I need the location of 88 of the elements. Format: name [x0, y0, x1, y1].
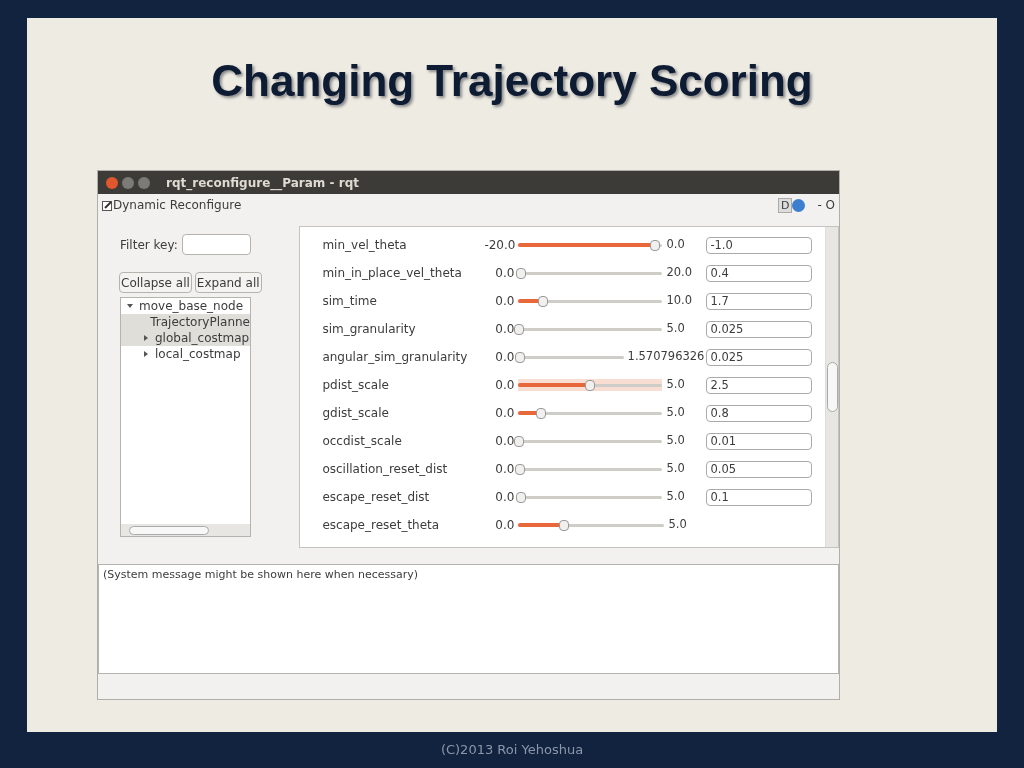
system-message: (System message might be shown here when necessary): [103, 568, 418, 581]
slider-min: 0.0: [494, 265, 515, 282]
slider-thumb[interactable]: [650, 239, 661, 251]
param-name: sim_time: [322, 293, 378, 310]
slider-max: 5.0: [668, 516, 688, 534]
minimize-icon[interactable]: [122, 176, 134, 189]
slider-max: 0.0: [666, 236, 686, 254]
window-title: rqt_reconfigure__Param - rqt: [166, 174, 359, 192]
filter-label: Filter key:: [120, 236, 178, 254]
param-name: gdist_scale: [322, 405, 390, 422]
value-field[interactable]: 0.01: [706, 432, 813, 450]
slide-footer: (C)2013 Roi Yehoshua: [440, 740, 584, 760]
slider-max: 5.0: [666, 376, 686, 394]
expanded-arrow-icon[interactable]: [127, 303, 133, 309]
tree-item[interactable]: move_base_node: [121, 298, 250, 314]
filter-input[interactable]: [181, 234, 251, 255]
value-field[interactable]: 0.1: [706, 488, 813, 506]
close-icon[interactable]: [106, 176, 118, 189]
slider-max: 20.0: [666, 264, 693, 282]
d-button[interactable]: D: [777, 197, 793, 213]
slider-min: 0.0: [494, 405, 515, 422]
tree-item[interactable]: TrajectoryPlanne: [121, 314, 250, 330]
slider-min: 0.0: [494, 461, 515, 478]
tree-item[interactable]: global_costmap: [121, 330, 250, 346]
slider[interactable]: [518, 351, 624, 363]
slider-min: 0.0: [494, 433, 515, 450]
slider-min: 0.0: [494, 489, 515, 506]
param-name: min_vel_theta: [322, 237, 408, 254]
slider-max: 10.0: [666, 292, 693, 310]
slider-min: 0.0: [494, 293, 515, 310]
slider-min: 0.0: [494, 321, 515, 338]
slider-thumb[interactable]: [514, 323, 525, 335]
slider-max: 5.0: [666, 460, 686, 478]
slider-min: 0.0: [494, 517, 515, 534]
slider[interactable]: [518, 407, 663, 419]
slider-min: 0.0: [494, 349, 515, 366]
slider-max: 5.0: [666, 432, 686, 450]
edit-icon: [102, 199, 113, 211]
vertical-scrollbar[interactable]: [825, 227, 838, 547]
value-field[interactable]: 0.05: [706, 460, 813, 478]
horizontal-scrollbar[interactable]: [121, 524, 250, 536]
collapsed-arrow-icon[interactable]: [143, 351, 149, 357]
param-name: oscillation_reset_dist: [322, 461, 449, 478]
value-field[interactable]: 2.5: [706, 376, 813, 394]
slider-min: -20.0: [484, 237, 515, 254]
slider-min: 0.0: [494, 377, 515, 394]
slider-thumb[interactable]: [515, 351, 526, 363]
maximize-icon[interactable]: [138, 176, 150, 189]
param-name: min_in_place_vel_theta: [322, 265, 463, 282]
value-field[interactable]: 0.025: [706, 320, 813, 338]
value-field[interactable]: 1.7: [706, 292, 813, 310]
slider-max: 1.570796326: [627, 348, 705, 366]
slider[interactable]: [518, 295, 663, 307]
slider-max: 5.0: [666, 320, 686, 338]
slider[interactable]: [518, 519, 665, 531]
slider-max: 5.0: [666, 404, 686, 422]
slider-thumb[interactable]: [537, 295, 548, 307]
window-controls[interactable]: - O: [817, 196, 835, 214]
slider-thumb[interactable]: [558, 519, 569, 531]
param-name: pdist_scale: [322, 377, 390, 394]
slider-thumb[interactable]: [516, 491, 527, 503]
slider[interactable]: [518, 463, 663, 475]
slider-thumb[interactable]: [516, 267, 527, 279]
slider[interactable]: [518, 239, 663, 251]
slider[interactable]: [518, 267, 663, 279]
slider-thumb[interactable]: [536, 407, 547, 419]
value-field[interactable]: 0.4: [706, 264, 813, 282]
param-name: escape_reset_dist: [322, 489, 431, 506]
slider-thumb[interactable]: [585, 379, 596, 391]
collapsed-arrow-icon[interactable]: [143, 335, 149, 341]
slider-thumb[interactable]: [514, 463, 525, 475]
slider[interactable]: [518, 491, 663, 503]
param-name: angular_sim_granularity: [322, 349, 469, 366]
value-field[interactable]: 0.025: [706, 348, 813, 366]
value-field[interactable]: -1.0: [706, 236, 813, 254]
help-icon[interactable]: [792, 198, 806, 212]
slider[interactable]: [518, 379, 663, 391]
slider-max: 5.0: [666, 488, 686, 506]
tree-item[interactable]: local_costmap: [121, 346, 250, 362]
slider-thumb[interactable]: [513, 435, 524, 447]
param-name: occdist_scale: [322, 433, 403, 450]
param-name: sim_granularity: [322, 321, 417, 338]
tree-button[interactable]: Expand all: [194, 272, 262, 293]
value-field[interactable]: 0.8: [706, 404, 813, 422]
slide-title: Changing Trajectory Scoring: [211, 55, 813, 107]
tree-button[interactable]: Collapse all: [119, 272, 192, 293]
param-name: escape_reset_theta: [322, 517, 441, 534]
plugin-title: Dynamic Reconfigure: [113, 197, 242, 214]
